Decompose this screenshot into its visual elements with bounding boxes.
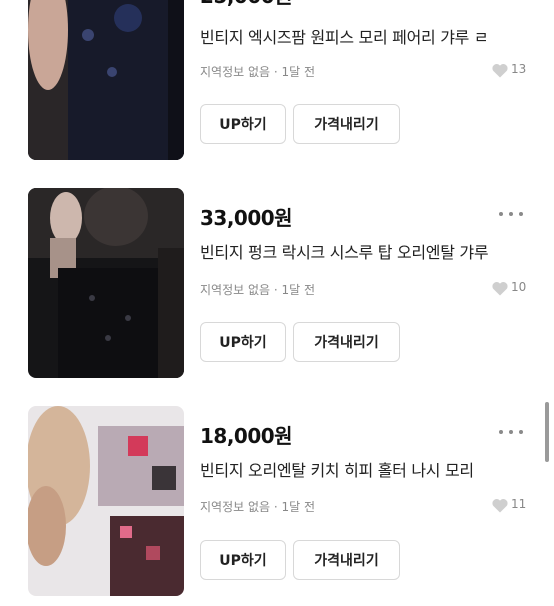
lower-price-button[interactable]: 가격내리기 [293,322,400,362]
like-indicator[interactable]: 11 [492,497,532,515]
heart-icon [492,282,508,296]
up-button[interactable]: UP하기 [200,104,286,144]
location-text: 지역정보 없음 [200,500,271,514]
scrollbar[interactable] [545,402,549,462]
like-indicator[interactable]: 10 [492,280,532,298]
location-text: 지역정보 없음 [200,283,271,297]
listing-item[interactable]: 18,000원 빈티지 오리엔탈 키치 히피 홀터 나시 모리 지역정보 없음 … [0,406,554,606]
product-thumbnail[interactable] [28,406,184,596]
like-count: 13 [511,62,527,76]
like-indicator[interactable]: 13 [492,62,532,80]
up-button[interactable]: UP하기 [200,540,286,580]
lower-price-button[interactable]: 가격내리기 [293,540,400,580]
listing-title[interactable]: 빈티지 펑크 락시크 시스루 탑 오리엔탈 갸루 [200,239,530,263]
more-dots-icon [499,430,503,434]
time-text: 1달 전 [281,65,316,79]
time-text: 1달 전 [281,500,316,514]
product-thumbnail[interactable] [28,188,184,378]
time-text: 1달 전 [281,283,316,297]
listing-meta: 지역정보 없음 · 1달 전 [200,281,315,298]
like-count: 11 [511,497,527,511]
listing-meta: 지역정보 없음 · 1달 전 [200,498,315,515]
more-options-button[interactable] [496,0,526,2]
heart-icon [492,64,508,78]
more-dots-icon [499,212,503,216]
lower-price-button[interactable]: 가격내리기 [293,104,400,144]
listing-title[interactable]: 빈티지 엑시즈팜 원피스 모리 페어리 갸루 ㄹ [200,24,530,48]
listing-item[interactable]: 25,000원 빈티지 엑시즈팜 원피스 모리 페어리 갸루 ㄹ 지역정보 없음… [0,0,554,170]
product-thumbnail[interactable] [28,0,184,160]
listing-item[interactable]: 33,000원 빈티지 펑크 락시크 시스루 탑 오리엔탈 갸루 지역정보 없음… [0,188,554,388]
meta-separator: · [273,500,278,514]
more-options-button[interactable] [496,204,526,224]
meta-separator: · [273,65,278,79]
up-button[interactable]: UP하기 [200,322,286,362]
heart-icon [492,499,508,513]
listing-title[interactable]: 빈티지 오리엔탈 키치 히피 홀터 나시 모리 [200,457,530,481]
like-count: 10 [511,280,527,294]
listing-price: 33,000원 [200,206,293,230]
more-options-button[interactable] [496,422,526,442]
listing-price: 25,000원 [200,0,293,9]
meta-separator: · [273,283,278,297]
listing-meta: 지역정보 없음 · 1달 전 [200,63,315,80]
listing-price: 18,000원 [200,424,293,448]
location-text: 지역정보 없음 [200,65,271,79]
